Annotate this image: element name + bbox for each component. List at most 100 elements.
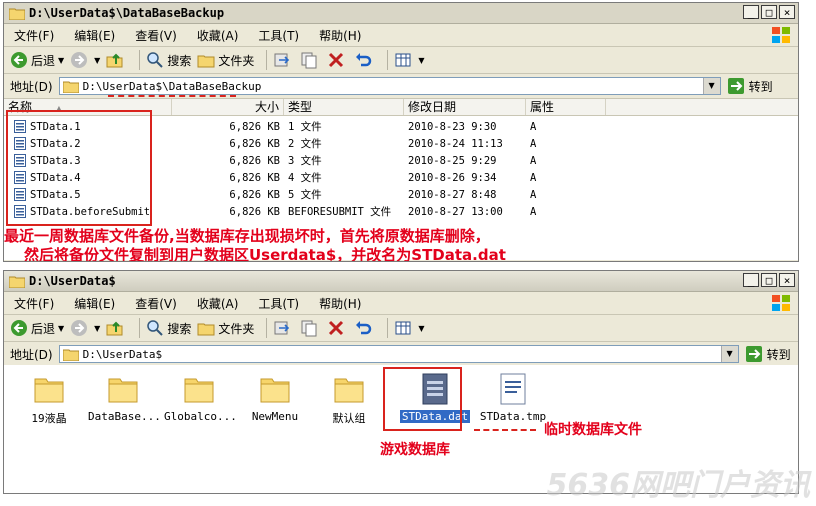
file-type: 5 文件 xyxy=(288,189,322,201)
menu-tools[interactable]: 工具(T) xyxy=(258,27,299,44)
back-label: 后退 xyxy=(31,321,56,336)
up-folder-button[interactable] xyxy=(106,319,127,337)
folder-icon xyxy=(9,276,25,288)
file-attr: A xyxy=(530,188,537,201)
folder-item[interactable]: Globalco... xyxy=(164,373,237,423)
folders-label: 文件夹 xyxy=(218,53,255,68)
undo-icon xyxy=(356,321,372,335)
search-label: 搜索 xyxy=(167,53,192,68)
highlight-box-game-db xyxy=(383,367,462,431)
move-to-button[interactable] xyxy=(273,51,294,69)
icon-label: DataBase... xyxy=(88,410,161,423)
file-modified: 2010-8-25 9:29 xyxy=(408,154,497,167)
title-bar[interactable]: D:\UserData$ _ □ × xyxy=(4,271,798,292)
forward-arrow-icon xyxy=(71,320,88,336)
undo-button[interactable] xyxy=(354,319,375,337)
back-button[interactable]: 后退 ▼ xyxy=(10,51,64,69)
menu-favorites[interactable]: 收藏(A) xyxy=(197,295,239,312)
minimize-button[interactable]: _ xyxy=(743,5,759,19)
maximize-button[interactable]: □ xyxy=(761,273,777,287)
folder-item[interactable]: DataBase... xyxy=(88,373,161,423)
chevron-down-icon[interactable]: ▼ xyxy=(58,56,64,65)
highlight-box-backup-files xyxy=(6,110,152,226)
go-button[interactable]: 转到 xyxy=(745,345,791,363)
maximize-button[interactable]: □ xyxy=(761,5,777,19)
file-size: 6,826 KB xyxy=(229,171,280,184)
file-attr: A xyxy=(530,137,537,150)
file-item[interactable]: STData.tmp xyxy=(478,373,548,423)
annotation-backup-note-1: 最近一周数据库文件备份,当数据库存出现损坏时，首先将原数据库删除， xyxy=(4,227,490,245)
folders-label: 文件夹 xyxy=(218,321,255,336)
search-label: 搜索 xyxy=(167,321,192,336)
file-attr: A xyxy=(530,171,537,184)
menu-bar: 文件(F) 编辑(E) 查看(V) 收藏(A) 工具(T) 帮助(H) xyxy=(4,292,798,315)
menu-file[interactable]: 文件(F) xyxy=(14,295,54,312)
column-attributes[interactable]: 属性 xyxy=(526,99,606,115)
address-input[interactable]: D:\UserData$ ▼ xyxy=(58,345,739,363)
folder-item[interactable]: 默认组 xyxy=(314,373,384,426)
undo-button[interactable] xyxy=(354,51,375,69)
folder-icon xyxy=(334,378,364,403)
folder-icon xyxy=(108,378,138,403)
file-modified: 2010-8-23 9:30 xyxy=(408,120,497,133)
go-button[interactable]: 转到 xyxy=(727,77,773,95)
close-button[interactable]: × xyxy=(779,5,795,19)
chevron-down-icon[interactable]: ▼ xyxy=(58,324,64,333)
go-arrow-icon xyxy=(727,78,744,94)
back-button[interactable]: 后退 ▼ xyxy=(10,319,64,337)
menu-edit[interactable]: 编辑(E) xyxy=(74,27,115,44)
folder-item[interactable]: 19液晶 xyxy=(14,373,84,426)
close-button[interactable]: × xyxy=(779,273,795,287)
menu-favorites[interactable]: 收藏(A) xyxy=(197,27,239,44)
search-button[interactable]: 搜索 xyxy=(146,319,191,337)
address-dropdown-button[interactable]: ▼ xyxy=(702,78,720,94)
chevron-down-icon[interactable]: ▼ xyxy=(94,56,100,65)
minimize-button[interactable]: _ xyxy=(743,273,759,287)
views-button[interactable]: ▼ xyxy=(394,51,425,69)
views-icon xyxy=(395,321,411,335)
move-to-button[interactable] xyxy=(273,319,294,337)
file-size: 6,826 KB xyxy=(229,154,280,167)
menu-file[interactable]: 文件(F) xyxy=(14,27,54,44)
menu-view[interactable]: 查看(V) xyxy=(135,27,177,44)
file-modified: 2010-8-27 8:48 xyxy=(408,188,497,201)
folders-button[interactable]: 文件夹 xyxy=(197,319,254,337)
forward-button[interactable]: ▼ xyxy=(70,51,100,69)
annotation-pointer-line xyxy=(474,429,536,431)
menu-view[interactable]: 查看(V) xyxy=(135,295,177,312)
file-attr: A xyxy=(530,154,537,167)
title-bar[interactable]: D:\UserData$\DataBaseBackup _ □ × xyxy=(4,3,798,24)
search-icon xyxy=(147,320,164,336)
chevron-down-icon[interactable]: ▼ xyxy=(418,56,424,65)
menu-edit[interactable]: 编辑(E) xyxy=(74,295,115,312)
folder-icon xyxy=(34,378,64,403)
folders-icon xyxy=(197,55,215,68)
icon-label: STData.tmp xyxy=(479,410,547,423)
highlight-underline-path xyxy=(108,95,236,97)
column-modified[interactable]: 修改日期 xyxy=(404,99,526,115)
forward-button[interactable]: ▼ xyxy=(70,319,100,337)
search-button[interactable]: 搜索 xyxy=(146,51,191,69)
icon-label: 19液晶 xyxy=(31,412,67,425)
chevron-down-icon[interactable]: ▼ xyxy=(418,324,424,333)
icon-label: 默认组 xyxy=(332,412,366,425)
copy-to-button[interactable] xyxy=(300,51,321,69)
menu-help[interactable]: 帮助(H) xyxy=(319,27,361,44)
address-dropdown-button[interactable]: ▼ xyxy=(720,346,738,362)
menu-tools[interactable]: 工具(T) xyxy=(258,295,299,312)
column-type[interactable]: 类型 xyxy=(284,99,404,115)
column-size[interactable]: 大小 xyxy=(172,99,284,115)
folders-button[interactable]: 文件夹 xyxy=(197,51,254,69)
chevron-down-icon[interactable]: ▼ xyxy=(94,324,100,333)
file-size: 6,826 KB xyxy=(229,188,280,201)
copy-to-button[interactable] xyxy=(300,319,321,337)
delete-button[interactable] xyxy=(327,319,348,337)
menu-help[interactable]: 帮助(H) xyxy=(319,295,361,312)
back-arrow-icon xyxy=(11,320,27,336)
address-input[interactable]: D:\UserData$\DataBaseBackup ▼ xyxy=(58,77,721,95)
up-folder-button[interactable] xyxy=(106,51,127,69)
file-type: 2 文件 xyxy=(288,138,322,150)
delete-button[interactable] xyxy=(327,51,348,69)
folder-item[interactable]: NewMenu xyxy=(240,373,310,423)
views-button[interactable]: ▼ xyxy=(394,319,425,337)
